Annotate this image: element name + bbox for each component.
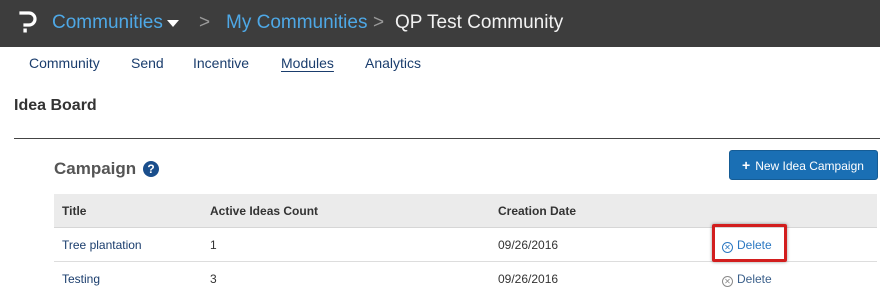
help-icon[interactable]: ? [143,161,159,177]
plus-icon: + [742,157,751,173]
tab-send[interactable]: Send [131,54,164,72]
page-title: Idea Board [14,97,97,114]
creation-date: 09/26/2016 [498,272,559,286]
new-idea-campaign-button[interactable]: + New Idea Campaign [729,150,878,180]
column-header-creation-date: Creation Date [498,204,577,218]
campaign-title-link[interactable]: Testing [62,262,100,292]
tab-community[interactable]: Community [29,54,100,72]
close-circle-icon: ✕ [722,276,733,287]
breadcrumb-separator-icon: > [373,12,385,33]
delete-label: Delete [737,272,772,286]
campaign-title-link[interactable]: Tree plantation [62,228,142,262]
table-header: Title Active Ideas Count Creation Date [54,194,877,228]
active-ideas-count: 3 [210,272,217,286]
tab-analytics[interactable]: Analytics [365,54,421,72]
highlight-box [712,224,787,262]
current-community-title: QP Test Community [395,12,564,33]
divider [14,138,880,139]
column-header-active-ideas-count: Active Ideas Count [210,204,319,218]
breadcrumb-separator-icon: > [199,12,211,33]
caret-down-icon[interactable] [167,20,179,27]
table-row: Testing 3 09/26/2016 ✕ Delete [54,262,877,292]
p-logo-icon[interactable] [18,10,38,36]
tab-incentive[interactable]: Incentive [193,54,249,72]
creation-date: 09/26/2016 [498,238,559,252]
column-header-title: Title [62,204,87,218]
my-communities-link[interactable]: My Communities [226,11,367,35]
tab-modules[interactable]: Modules [281,54,334,72]
top-bar: Communities > My Communities > QP Test C… [0,0,880,47]
new-idea-campaign-label: New Idea Campaign [755,159,864,173]
section-title: Campaign [54,159,137,178]
active-ideas-count: 1 [210,238,217,252]
communities-menu[interactable]: Communities [52,11,163,35]
delete-button[interactable]: ✕ Delete [722,262,772,292]
